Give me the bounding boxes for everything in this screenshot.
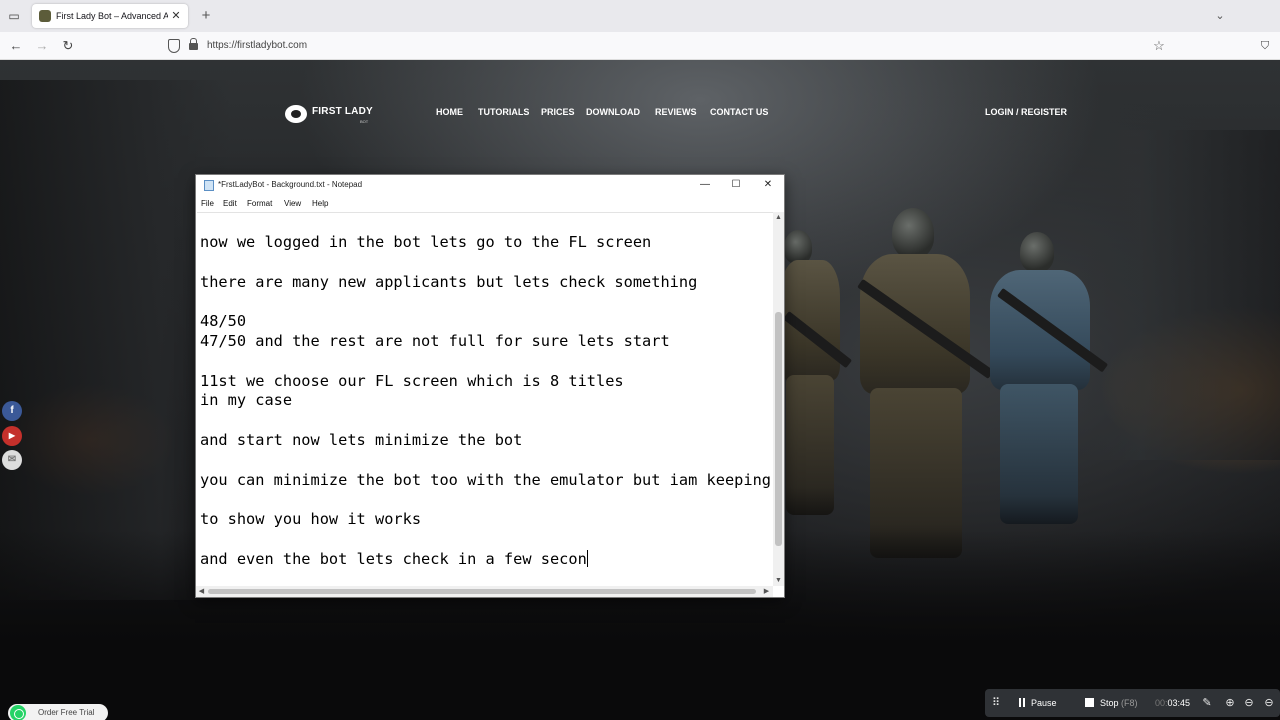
menu-format[interactable]: Format [247, 195, 272, 212]
scroll-right-icon[interactable]: ▶ [761, 586, 772, 597]
text-line: 48/50 [200, 312, 247, 331]
logo-subtext: BOT [360, 119, 369, 124]
notepad-icon [204, 180, 214, 191]
timer-value: 03:45 [1167, 698, 1191, 708]
order-free-trial-button[interactable]: Order Free Trial [8, 704, 108, 720]
zoom-in-icon[interactable]: ⊕ [1223, 689, 1237, 717]
tabs-dropdown-icon[interactable]: ⌄ [1212, 6, 1228, 26]
screen-recorder-toolbar: ⠿ Pause Stop (F8) 00:03:45 ✎ ⊕ ⊖ ⊖ [985, 689, 1280, 717]
horizontal-scrollbar[interactable]: ◀ ▶ [196, 586, 773, 597]
scroll-left-icon[interactable]: ◀ [196, 586, 207, 597]
star-icon[interactable]: ☆ [1150, 35, 1168, 57]
text-line: to show you how it works [200, 510, 422, 529]
back-icon[interactable]: ← [6, 36, 26, 56]
text-line: and start now lets minimize the bot [200, 431, 523, 449]
notepad-titlebar[interactable]: *FrstLadyBot - Background.txt - Notepad … [196, 175, 784, 195]
notepad-window: *FrstLadyBot - Background.txt - Notepad … [195, 174, 785, 598]
youtube-icon[interactable]: ▶ [2, 426, 22, 446]
nav-tutorials[interactable]: TUTORIALS [478, 107, 529, 121]
reload-icon[interactable]: ↻ [58, 36, 78, 56]
scroll-up-icon[interactable]: ▲ [773, 212, 784, 223]
horizontal-scroll-thumb[interactable] [208, 589, 756, 594]
menu-view[interactable]: View [284, 195, 301, 212]
background-ruins-right [1080, 130, 1280, 460]
whatsapp-icon [10, 705, 26, 720]
text-line: 47/50 and the rest are not full for sure… [200, 332, 670, 350]
browser-tab-active[interactable]: First Lady Bot – Advanced Auto ✕ [32, 4, 188, 28]
facebook-icon[interactable]: f [2, 401, 22, 421]
text-line: in my case [200, 391, 293, 410]
minimize-toolbar-icon[interactable]: ⊖ [1262, 689, 1276, 717]
site-favicon-icon [39, 10, 51, 22]
shield-icon[interactable] [168, 39, 180, 53]
pause-icon [1019, 698, 1025, 707]
url-text[interactable]: https://firstladybot.com [207, 35, 307, 57]
address-bar[interactable]: https://firstladybot.com ☆ [162, 35, 1172, 57]
text-line: 11st we choose our FL screen which is 8 … [200, 371, 624, 390]
browser-tab-bar: ▭ First Lady Bot – Advanced Auto ✕ + ⌄ [0, 0, 1280, 32]
notepad-text-area[interactable]: now we logged in the bot lets go to the … [197, 212, 773, 586]
pause-label: Pause [1031, 698, 1057, 708]
nav-contact-us[interactable]: CONTACT US [710, 107, 768, 121]
zoom-out-icon[interactable]: ⊖ [1242, 689, 1256, 717]
pocket-icon[interactable]: ⛉ [1258, 36, 1272, 56]
pause-button[interactable]: Pause [1019, 689, 1057, 717]
text-caret [586, 549, 588, 567]
stop-shortcut: (F8) [1121, 698, 1138, 708]
text-line: now we logged in the bot lets go to the … [200, 233, 652, 251]
text-line: there are many new applicants but lets c… [200, 272, 698, 291]
email-icon[interactable]: ✉ [2, 450, 22, 470]
new-tab-button[interactable]: + [198, 6, 214, 26]
vertical-scroll-thumb[interactable] [775, 312, 782, 546]
login-register-link[interactable]: LOGIN / REGISTER [985, 107, 1067, 117]
vertical-scrollbar[interactable]: ▲ ▼ [773, 212, 784, 586]
nav-reviews[interactable]: REVIEWS [655, 107, 697, 121]
notepad-title: *FrstLadyBot - Background.txt - Notepad [218, 180, 363, 189]
tab-close-icon[interactable]: ✕ [169, 4, 183, 28]
nav-download[interactable]: DOWNLOAD [586, 107, 640, 121]
pen-icon[interactable]: ✎ [1200, 689, 1214, 717]
tab-title: First Lady Bot – Advanced Auto [56, 11, 168, 21]
text-line: you can minimize the bot too with the em… [200, 470, 771, 489]
drag-handle-icon[interactable]: ⠿ [989, 689, 1003, 717]
text-line: and even the bot lets check in a few sec… [200, 549, 588, 568]
stop-label: Stop [1100, 698, 1119, 708]
timer-prefix: 00: [1155, 698, 1168, 708]
hero-soldier-center [840, 208, 994, 578]
logo-icon [285, 105, 307, 123]
browser-nav-bar: ← → ↻ https://firstladybot.com ☆ [0, 32, 1280, 60]
menu-help[interactable]: Help [312, 195, 328, 212]
nav-home[interactable]: HOME [436, 107, 463, 121]
stop-icon [1085, 698, 1094, 707]
maximize-button[interactable]: ☐ [720, 175, 752, 195]
tab-list-icon[interactable]: ▭ [6, 8, 22, 24]
forward-icon[interactable]: → [32, 36, 52, 56]
logo-text: FIRST LADY [312, 106, 373, 117]
menu-edit[interactable]: Edit [223, 195, 237, 212]
scroll-down-icon[interactable]: ▼ [773, 575, 784, 586]
nav-prices[interactable]: PRICES [541, 107, 575, 121]
notepad-menubar: File Edit Format View Help [196, 195, 784, 212]
minimize-button[interactable]: — [689, 175, 721, 195]
order-free-trial-label: Order Free Trial [38, 708, 95, 717]
hero-soldier-right [980, 232, 1109, 542]
lock-icon[interactable] [189, 38, 198, 50]
close-button[interactable]: ✕ [752, 175, 784, 195]
menu-file[interactable]: File [201, 195, 214, 212]
recording-timer: 00:03:45 [1155, 689, 1190, 717]
stop-button[interactable]: Stop (F8) [1085, 689, 1138, 717]
